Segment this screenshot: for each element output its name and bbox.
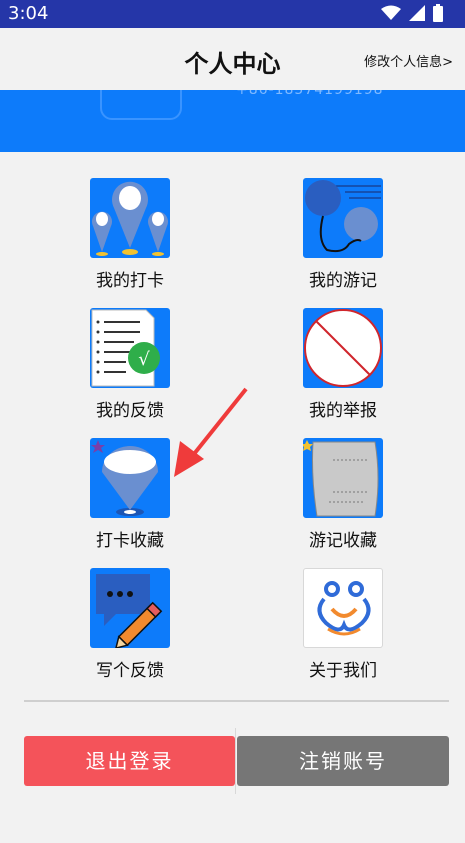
avatar[interactable] — [100, 90, 182, 120]
menu-item-my-checkins[interactable]: 我的打卡 — [70, 178, 190, 291]
button-separator — [235, 728, 236, 794]
battery-icon — [433, 4, 443, 22]
prohibited-icon — [303, 308, 383, 388]
profile-banner: +86-18574199198 — [0, 90, 465, 152]
menu-item-label: 我的举报 — [309, 401, 377, 421]
logout-button[interactable]: 退出登录 — [24, 736, 235, 786]
menu-item-label: 写个反馈 — [96, 661, 164, 681]
menu-item-my-reports[interactable]: 我的举报 — [283, 308, 403, 421]
menu-item-my-travelogues[interactable]: 我的游记 — [283, 178, 403, 291]
location-pin-icon — [90, 438, 170, 518]
menu-item-label: 关于我们 — [309, 661, 377, 681]
chat-pencil-icon — [90, 568, 170, 648]
profile-phone: +86-18574199198 — [236, 90, 384, 98]
status-bar: 3:04 — [0, 0, 465, 28]
divider — [24, 700, 449, 702]
menu-item-label: 游记收藏 — [309, 531, 377, 551]
signal-icon — [409, 5, 425, 21]
menu-item-about-us[interactable]: 关于我们 — [283, 568, 403, 681]
wifi-icon — [381, 5, 401, 20]
pointer-arrow-icon — [174, 387, 248, 477]
status-time: 3:04 — [8, 3, 49, 24]
menu-item-label: 我的打卡 — [96, 271, 164, 291]
balloons-icon — [303, 178, 383, 258]
status-icons — [381, 4, 443, 22]
menu-item-label: 我的游记 — [309, 271, 377, 291]
menu-item-label: 打卡收藏 — [96, 531, 164, 551]
menu-item-travelogue-favorites[interactable]: 游记收藏 — [283, 438, 403, 551]
svg-text:√: √ — [138, 349, 150, 370]
map-pins-icon — [90, 178, 170, 258]
deactivate-account-button[interactable]: 注销账号 — [237, 736, 449, 786]
app-header: 个人中心 修改个人信息> — [0, 28, 465, 90]
checklist-icon: √ — [90, 308, 170, 388]
edit-profile-link[interactable]: 修改个人信息> — [364, 51, 453, 70]
menu-item-write-feedback[interactable]: 写个反馈 — [70, 568, 190, 681]
scroll-icon — [303, 438, 383, 518]
couple-logo-icon — [303, 568, 383, 648]
